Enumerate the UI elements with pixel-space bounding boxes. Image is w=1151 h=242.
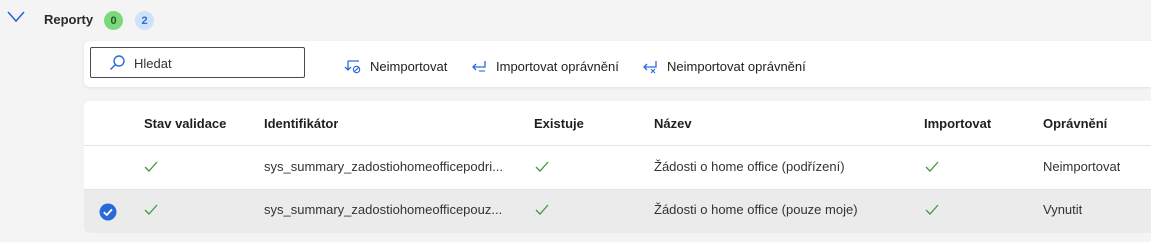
selected-check-circle-icon[interactable] bbox=[99, 203, 117, 221]
column-header-identifikator[interactable]: Identifikátor bbox=[264, 116, 338, 131]
section-title: Reporty bbox=[44, 12, 94, 27]
neimportovat-label: Neimportovat bbox=[370, 58, 448, 74]
table-header-row: Stav validace Identifikátor Existuje Náz… bbox=[84, 101, 1151, 146]
chevron-down-icon[interactable] bbox=[7, 10, 25, 24]
column-header-stav-validace[interactable]: Stav validace bbox=[144, 116, 226, 131]
import-permissions-icon bbox=[472, 61, 486, 72]
validation-check-icon bbox=[144, 204, 158, 215]
importovat-opravneni-button[interactable]: Importovat oprávnění bbox=[470, 56, 619, 76]
no-import-icon bbox=[344, 60, 361, 74]
name-cell: Žádosti o home office (pouze moje) bbox=[654, 202, 858, 217]
section-header: Reporty 0 2 bbox=[0, 0, 1151, 40]
exists-check-icon bbox=[535, 161, 549, 172]
valid-count-badge: 0 bbox=[104, 11, 123, 30]
total-count-badge: 2 bbox=[135, 11, 154, 30]
no-import-permissions-icon bbox=[643, 61, 657, 74]
importovat-opravneni-label: Importovat oprávnění bbox=[496, 58, 619, 74]
neimportovat-opravneni-button[interactable]: Neimportovat oprávnění bbox=[641, 56, 806, 76]
identifier-cell: sys_summary_zadostiohomeofficepouz... bbox=[264, 202, 503, 217]
exists-check-icon bbox=[535, 204, 549, 215]
permissions-cell: Neimportovat bbox=[1043, 159, 1121, 174]
column-header-importovat[interactable]: Importovat bbox=[924, 116, 991, 131]
column-header-nazev[interactable]: Název bbox=[654, 116, 692, 131]
neimportovat-button[interactable]: Neimportovat bbox=[344, 56, 447, 76]
validation-check-icon bbox=[144, 161, 158, 172]
identifier-cell: sys_summary_zadostiohomeofficepodri... bbox=[264, 159, 503, 174]
column-header-opravneni[interactable]: Oprávnění bbox=[1043, 116, 1107, 131]
import-check-icon bbox=[925, 161, 939, 172]
reports-table: Stav validace Identifikátor Existuje Náz… bbox=[84, 101, 1151, 233]
permissions-cell: Vynutit bbox=[1043, 202, 1083, 217]
search-input[interactable]: Hledat bbox=[90, 47, 305, 78]
column-header-existuje[interactable]: Existuje bbox=[534, 116, 584, 131]
import-check-icon bbox=[925, 204, 939, 215]
name-cell: Žádosti o home office (podřízení) bbox=[654, 159, 845, 174]
table-row-selected[interactable]: sys_summary_zadostiohomeofficepouz... Žá… bbox=[84, 190, 1151, 233]
table-row[interactable]: sys_summary_zadostiohomeofficepodri... Ž… bbox=[84, 146, 1151, 190]
search-icon bbox=[110, 55, 125, 70]
search-placeholder: Hledat bbox=[134, 56, 172, 71]
neimportovat-opravneni-label: Neimportovat oprávnění bbox=[667, 58, 806, 74]
toolbar: Hledat Neimportovat Importovat oprávnění… bbox=[84, 41, 1151, 87]
